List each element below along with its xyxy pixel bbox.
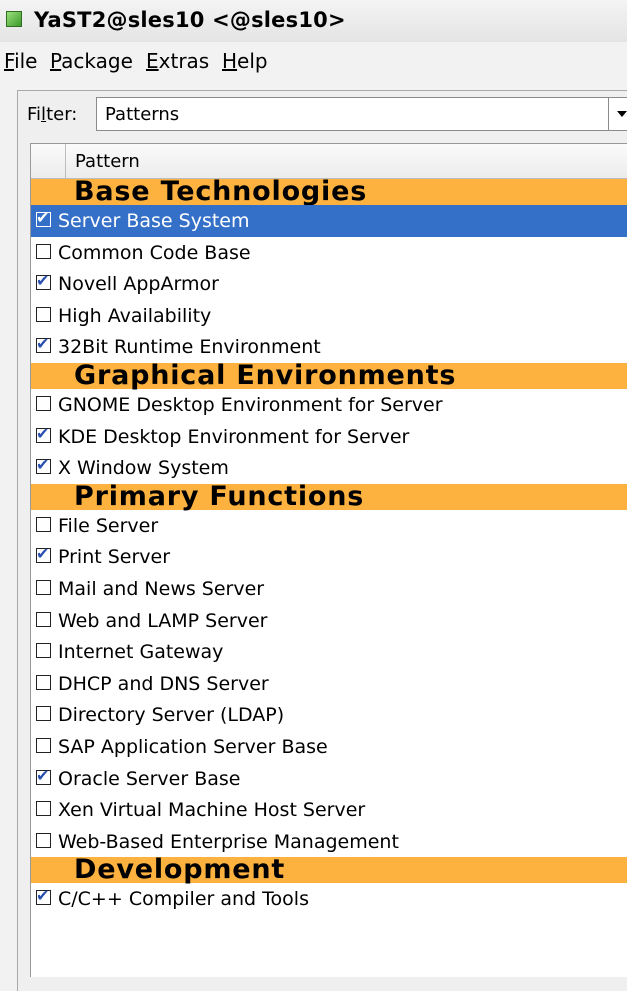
pattern-label: Mail and News Server	[58, 577, 265, 600]
checked-checkbox[interactable]: ✔	[36, 455, 51, 475]
pattern-label: Xen Virtual Machine Host Server	[58, 799, 366, 822]
status-column-header[interactable]	[31, 144, 66, 178]
unchecked-checkbox[interactable]	[36, 801, 51, 817]
pattern-label: GNOME Desktop Environment for Server	[58, 393, 443, 416]
title-bar[interactable]: YaST2@sles10 <@sles10>	[0, 0, 627, 42]
pattern-label: Web-Based Enterprise Management	[58, 830, 399, 853]
yast-app-icon	[6, 11, 22, 27]
unchecked-checkbox[interactable]	[36, 611, 51, 627]
checkmark-icon: ✔	[36, 423, 50, 443]
checked-checkbox[interactable]: ✔	[36, 334, 51, 354]
checkmark-icon: ✔	[36, 544, 50, 564]
pattern-label: SAP Application Server Base	[58, 735, 328, 758]
pattern-label: C/C++ Compiler and Tools	[58, 888, 309, 911]
combo-divider	[608, 98, 609, 130]
unchecked-checkbox[interactable]	[36, 832, 51, 848]
unchecked-checkbox[interactable]	[36, 674, 51, 690]
category-label: Base Technologies	[74, 176, 368, 207]
category-label: Primary Functions	[74, 480, 365, 512]
unchecked-checkbox[interactable]	[36, 706, 51, 722]
checked-checkbox[interactable]: ✔	[36, 424, 51, 443]
checked-checkbox[interactable]: ✔	[36, 208, 51, 227]
category-row: Base Technologies	[31, 176, 627, 207]
pattern-label: Oracle Server Base	[58, 767, 241, 790]
pattern-row[interactable]: Mail and News Server	[31, 573, 627, 605]
checkmark-icon: ✔	[36, 208, 50, 227]
pattern-label: DHCP and DNS Server	[58, 672, 269, 695]
table-header: Pattern	[31, 144, 627, 179]
checked-checkbox[interactable]: ✔	[36, 766, 51, 785]
window-title: YaST2@sles10 <@sles10>	[34, 8, 346, 32]
pattern-row[interactable]: Web and LAMP Server	[31, 605, 627, 637]
pattern-label: Novell AppArmor	[58, 273, 219, 296]
unchecked-checkbox[interactable]	[36, 579, 51, 595]
menu-package[interactable]: Package	[50, 49, 133, 73]
pattern-row[interactable]: High Availability	[31, 300, 627, 332]
checked-checkbox[interactable]: ✔	[36, 544, 51, 564]
category-label: Graphical Environments	[74, 359, 457, 391]
unchecked-checkbox[interactable]	[36, 643, 51, 659]
unchecked-checkbox[interactable]	[36, 395, 51, 411]
checked-checkbox[interactable]: ✔	[36, 271, 51, 291]
category-row: Development	[31, 854, 627, 885]
pattern-label: File Server	[58, 514, 159, 537]
filter-select[interactable]: Patterns	[96, 97, 627, 131]
pattern-table[interactable]: Pattern Base Technologies ✔ Server Base Sy…	[30, 143, 627, 977]
checked-checkbox[interactable]: ✔	[36, 886, 51, 906]
checkmark-icon: ✔	[36, 455, 50, 475]
menu-file[interactable]: File	[4, 49, 37, 73]
pattern-label: 32Bit Runtime Environment	[58, 336, 321, 359]
pattern-label: Internet Gateway	[58, 641, 224, 664]
pattern-row[interactable]: ✔ C/C++ Compiler and Tools	[31, 883, 627, 915]
pattern-label: Common Code Base	[58, 241, 251, 264]
pattern-row[interactable]: ✔ KDE Desktop Environment for Server	[31, 421, 627, 453]
filter-label: Filter:	[27, 104, 78, 125]
category-row: Graphical Environments	[31, 360, 627, 391]
checkmark-icon: ✔	[36, 886, 50, 906]
category-label: Development	[74, 854, 286, 886]
checkmark-icon: ✔	[36, 765, 50, 785]
pattern-label: KDE Desktop Environment for Server	[58, 425, 410, 448]
menu-extras[interactable]: Extras	[146, 49, 209, 73]
unchecked-checkbox[interactable]	[36, 516, 51, 532]
pattern-label: Web and LAMP Server	[58, 609, 268, 632]
pattern-row[interactable]: SAP Application Server Base	[31, 731, 627, 763]
pattern-label: Directory Server (LDAP)	[58, 704, 285, 727]
menu-bar: File Package Extras Help	[0, 44, 627, 78]
chevron-down-icon[interactable]	[617, 111, 627, 117]
unchecked-checkbox[interactable]	[36, 306, 51, 322]
unchecked-checkbox[interactable]	[36, 737, 51, 753]
pattern-column-header[interactable]: Pattern	[75, 151, 140, 172]
pattern-label: Server Base System	[58, 210, 250, 232]
pattern-row[interactable]: Common Code Base	[31, 237, 627, 269]
pattern-row[interactable]: File Server	[31, 510, 627, 542]
unchecked-checkbox[interactable]	[36, 243, 51, 259]
pattern-row[interactable]: ✔ Novell AppArmor	[31, 268, 627, 300]
pattern-label: X Window System	[58, 457, 229, 480]
category-row: Primary Functions	[31, 481, 627, 512]
checkmark-icon: ✔	[36, 271, 50, 291]
filter-value: Patterns	[105, 104, 180, 125]
menu-help[interactable]: Help	[222, 49, 268, 73]
pattern-row[interactable]: Xen Virtual Machine Host Server	[31, 794, 627, 826]
checkmark-icon: ✔	[36, 334, 50, 354]
pattern-row[interactable]: GNOME Desktop Environment for Server	[31, 389, 627, 421]
pattern-label: Print Server	[58, 546, 171, 569]
pattern-list: Base Technologies ✔ Server Base System Comm…	[31, 176, 627, 915]
pattern-row[interactable]: DHCP and DNS Server	[31, 668, 627, 700]
pattern-row[interactable]: Internet Gateway	[31, 636, 627, 668]
pattern-row[interactable]: ✔ Oracle Server Base	[31, 763, 627, 795]
pattern-label: High Availability	[58, 304, 212, 327]
pattern-row[interactable]: ✔ Server Base System	[31, 205, 627, 237]
pattern-row[interactable]: ✔ Print Server	[31, 541, 627, 573]
pattern-row[interactable]: Directory Server (LDAP)	[31, 699, 627, 731]
